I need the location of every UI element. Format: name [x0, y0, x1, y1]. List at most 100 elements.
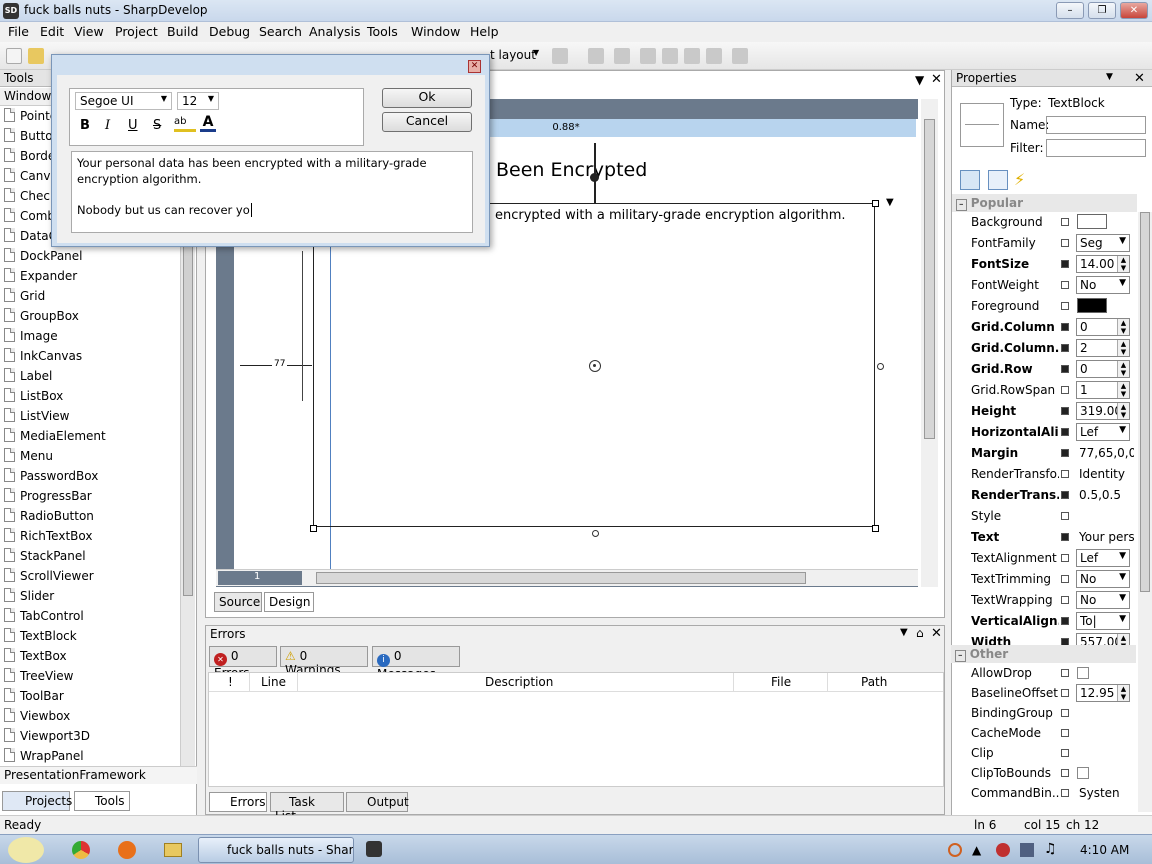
property-marker[interactable] — [1061, 512, 1069, 520]
close-icon[interactable]: ✕ — [1134, 71, 1145, 86]
menu-project[interactable]: Project — [115, 24, 158, 39]
property-spinner[interactable]: 2 ▲ ▼ — [1076, 339, 1130, 357]
spinner-arrows-icon[interactable]: ▲▼ — [1117, 340, 1129, 356]
property-marker[interactable] — [1061, 533, 1069, 541]
property-marker[interactable] — [1061, 428, 1069, 436]
property-marker[interactable] — [1061, 470, 1069, 478]
tool-item[interactable]: MediaElement — [2, 426, 180, 446]
menu-file[interactable]: File — [8, 24, 29, 39]
close-icon[interactable]: ✕ — [468, 60, 481, 73]
tool-item[interactable]: StackPanel — [2, 546, 180, 566]
tab-design[interactable]: Design — [264, 592, 314, 612]
property-dropdown[interactable]: No ▼ — [1076, 591, 1130, 609]
property-row[interactable]: Background — [955, 212, 1135, 232]
resize-handle[interactable] — [592, 530, 599, 537]
property-marker[interactable] — [1061, 617, 1069, 625]
property-row[interactable]: TextWrapping No ▼ — [955, 590, 1135, 610]
tab-output[interactable]: Output — [346, 792, 409, 812]
font-color-icon[interactable]: A — [200, 114, 216, 132]
app-icon[interactable] — [366, 841, 382, 857]
tool-item[interactable]: ProgressBar — [2, 486, 180, 506]
property-row[interactable]: FontFamily Seg ▼ — [955, 233, 1135, 253]
tool-item[interactable]: ScrollViewer — [2, 566, 180, 586]
taskbar-app-button[interactable]: fuck balls nuts - Shar... — [198, 837, 354, 863]
property-value[interactable]: Systen — [1079, 786, 1134, 800]
tab-projects[interactable]: Projects — [2, 791, 72, 811]
name-input[interactable] — [1046, 116, 1146, 134]
property-marker[interactable] — [1061, 769, 1069, 777]
tool-item[interactable]: TreeView — [2, 666, 180, 686]
property-marker[interactable] — [1061, 239, 1069, 247]
property-row[interactable]: Grid.Row 0 ▲ ▼ — [955, 359, 1135, 379]
property-row[interactable]: VerticalAlign... To|▼ — [955, 611, 1135, 631]
tray-icon[interactable] — [996, 843, 1010, 857]
menu-help[interactable]: Help — [470, 24, 499, 39]
resize-handle[interactable] — [310, 525, 317, 532]
tool-item[interactable]: InkCanvas — [2, 346, 180, 366]
property-marker[interactable] — [1061, 365, 1069, 373]
property-spinner[interactable]: 319.00 ▲ ▼ — [1076, 402, 1130, 420]
ok-button[interactable]: Ok — [382, 88, 472, 108]
new-file-icon[interactable] — [6, 48, 22, 64]
menu-analysis[interactable]: Analysis — [309, 24, 361, 39]
spinner-arrows-icon[interactable]: ▲▼ — [1117, 382, 1129, 398]
menu-tools[interactable]: Tools — [367, 24, 398, 39]
close-button[interactable]: ✕ — [1120, 2, 1148, 19]
tab-errors[interactable]: Errors — [209, 792, 267, 812]
property-row[interactable]: RenderTransfo... Identity — [955, 464, 1135, 484]
network-icon[interactable] — [1020, 843, 1034, 857]
resize-handle[interactable] — [872, 525, 879, 532]
dropdown-icon[interactable]: ▼ — [1106, 72, 1113, 82]
close-icon[interactable]: ✕ — [931, 72, 942, 87]
property-marker[interactable] — [1061, 789, 1069, 797]
toolbar-icon[interactable] — [552, 48, 568, 64]
tool-item[interactable]: Menu — [2, 446, 180, 466]
toolbar-icon[interactable] — [614, 48, 630, 64]
toolbar-icon[interactable] — [640, 48, 656, 64]
filter-input[interactable] — [1046, 139, 1146, 157]
property-row[interactable]: Margin 77,65,0,0 — [955, 443, 1135, 463]
tool-item[interactable]: Expander — [2, 266, 180, 286]
resize-handle[interactable] — [872, 200, 879, 207]
column-header[interactable]: ! — [228, 675, 233, 689]
properties-scrollbar[interactable] — [1138, 212, 1152, 812]
tool-item[interactable]: Slider — [2, 586, 180, 606]
cancel-button[interactable]: Cancel — [382, 112, 472, 132]
tool-item[interactable]: RadioButton — [2, 506, 180, 526]
property-row[interactable]: Height 319.00 ▲ ▼ — [955, 401, 1135, 421]
property-row[interactable]: CommandBin... Systen — [955, 783, 1135, 803]
spinner-arrows-icon[interactable]: ▲▼ — [1117, 319, 1129, 335]
highlight-icon[interactable]: ab — [174, 116, 196, 132]
menu-debug[interactable]: Debug — [209, 24, 250, 39]
property-value[interactable]: 77,65,0,0 — [1079, 446, 1134, 460]
chrome-icon[interactable] — [72, 841, 90, 859]
column-header[interactable]: Description — [485, 675, 553, 689]
tool-item[interactable]: Viewbox — [2, 706, 180, 726]
dropdown-icon[interactable]: ▼ — [900, 627, 908, 638]
toolbar-icon[interactable] — [706, 48, 722, 64]
volume-icon[interactable]: ♫ — [1044, 841, 1057, 857]
menu-build[interactable]: Build — [167, 24, 198, 39]
column-header[interactable]: Path — [861, 675, 887, 689]
property-row[interactable]: TextTrimming No ▼ — [955, 569, 1135, 589]
property-row[interactable]: FontWeight No ▼ — [955, 275, 1135, 295]
property-marker[interactable] — [1061, 689, 1069, 697]
property-marker[interactable] — [1061, 260, 1069, 268]
tab-task-list[interactable]: Task List — [270, 792, 344, 823]
property-dropdown[interactable]: Seg ▼ — [1076, 234, 1130, 252]
strikethrough-button[interactable]: S — [153, 118, 161, 133]
pin-icon[interactable]: ▼ — [915, 73, 924, 87]
maximize-button[interactable]: ❐ — [1088, 2, 1116, 19]
errors-filter-button[interactable]: ✕ 0 Errors — [209, 646, 277, 680]
tool-item[interactable]: Grid — [2, 286, 180, 306]
property-dropdown[interactable]: No ▼ — [1076, 276, 1130, 294]
color-swatch[interactable] — [1077, 298, 1107, 313]
toolbar-icon[interactable] — [684, 48, 700, 64]
tray-icon[interactable] — [948, 843, 962, 857]
property-row[interactable]: FontSize 14.00 ▲ ▼ — [955, 254, 1135, 274]
tool-item[interactable]: PasswordBox — [2, 466, 180, 486]
property-spinner[interactable]: 1 ▲ ▼ — [1076, 381, 1130, 399]
property-spinner[interactable]: 12.95 ▲ ▼ — [1076, 684, 1130, 702]
tool-item[interactable]: Image — [2, 326, 180, 346]
clock[interactable]: 4:10 AM — [1080, 843, 1129, 857]
